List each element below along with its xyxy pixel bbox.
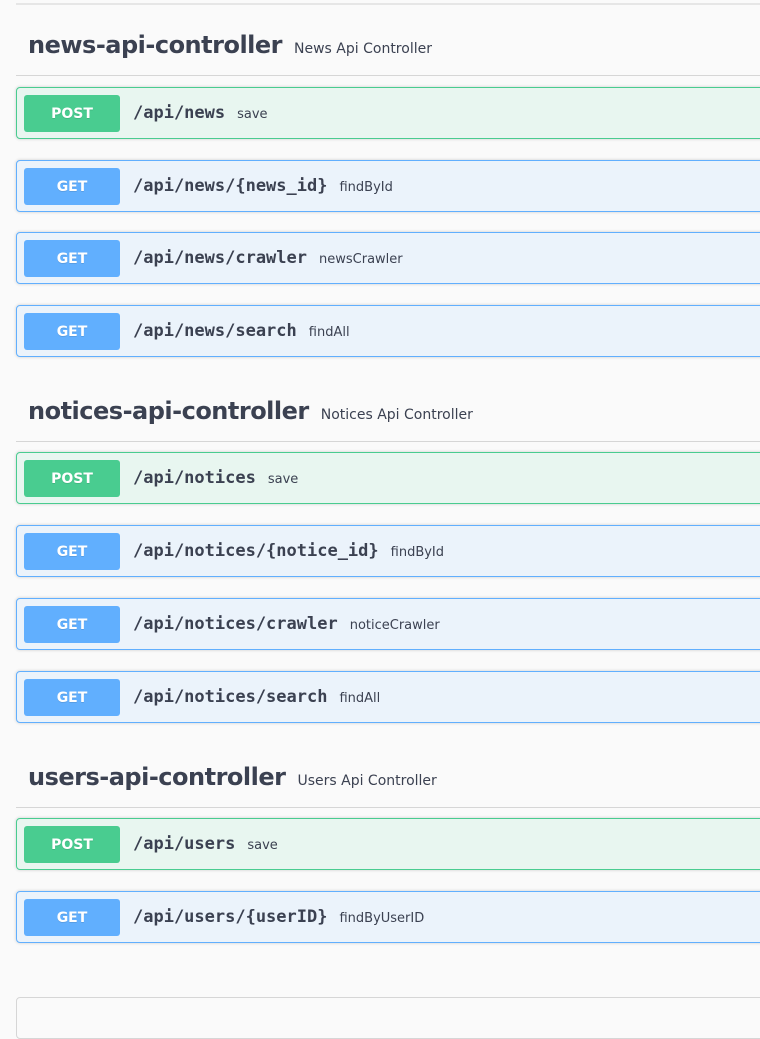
operation-path: /api/news save: [133, 103, 268, 123]
operation-path: /api/news/crawler newsCrawler: [133, 248, 403, 268]
operation-path: /api/notices/search findAll: [133, 687, 381, 707]
operation-path: /api/users/{userID} findByUserID: [133, 907, 425, 927]
operation-summary: findByUserID: [339, 911, 425, 926]
operation-path: /api/notices save: [133, 468, 299, 488]
method-badge: POST: [24, 826, 120, 863]
method-badge: POST: [24, 95, 120, 132]
operation-get-news-crawler[interactable]: GET /api/news/crawler newsCrawler: [16, 232, 760, 284]
operation-summary: findAll: [308, 325, 350, 340]
method-badge: GET: [24, 240, 120, 277]
method-badge: GET: [24, 679, 120, 716]
operation-path: /api/notices/{notice_id} findById: [133, 541, 445, 561]
operation-post-news[interactable]: POST /api/news save: [16, 87, 760, 139]
operation-path: /api/news/{news_id} findById: [133, 176, 393, 196]
section-title: users-api-controller Users Api Controller: [28, 763, 437, 791]
section-news-api-controller: news-api-controller News Api Controller: [16, 15, 760, 76]
section-description: News Api Controller: [294, 41, 432, 57]
operation-post-notices[interactable]: POST /api/notices save: [16, 452, 760, 504]
method-badge: GET: [24, 313, 120, 350]
operation-get-news-by-id[interactable]: GET /api/news/{news_id} findById: [16, 160, 760, 212]
operation-get-user-by-id[interactable]: GET /api/users/{userID} findByUserID: [16, 891, 760, 943]
section-users-api-controller: users-api-controller Users Api Controller: [16, 747, 760, 808]
operation-summary: findAll: [339, 691, 381, 706]
method-badge: GET: [24, 606, 120, 643]
operation-get-notice-by-id[interactable]: GET /api/notices/{notice_id} findById: [16, 525, 760, 577]
section-notices-api-controller: notices-api-controller Notices Api Contro…: [16, 381, 760, 442]
operation-path: /api/news/search findAll: [133, 321, 350, 341]
section-header[interactable]: notices-api-controller Notices Api Contro…: [16, 381, 760, 442]
section-title: news-api-controller News Api Controller: [28, 31, 432, 59]
section-description: Notices Api Controller: [320, 407, 473, 423]
operation-summary: save: [267, 472, 299, 487]
operation-summary: noticeCrawler: [349, 618, 440, 633]
operation-summary: save: [247, 838, 278, 853]
operation-post-users[interactable]: POST /api/users save: [16, 818, 760, 870]
operation-path: /api/notices/crawler noticeCrawler: [133, 614, 440, 634]
operation-get-notices-search[interactable]: GET /api/notices/search findAll: [16, 671, 760, 723]
method-badge: GET: [24, 168, 120, 205]
top-divider: [16, 3, 760, 5]
operation-get-news-search[interactable]: GET /api/news/search findAll: [16, 305, 760, 357]
section-header[interactable]: users-api-controller Users Api Controller: [16, 747, 760, 808]
section-header[interactable]: news-api-controller News Api Controller: [16, 15, 760, 76]
section-title: notices-api-controller Notices Api Contro…: [28, 397, 473, 425]
section-description: Users Api Controller: [297, 773, 437, 789]
operation-summary: save: [237, 107, 268, 122]
method-badge: GET: [24, 899, 120, 936]
models-section-box: [16, 997, 760, 1039]
operation-path: /api/users save: [133, 834, 278, 854]
method-badge: GET: [24, 533, 120, 570]
operation-summary: findById: [390, 545, 445, 560]
method-badge: POST: [24, 460, 120, 497]
operation-summary: newsCrawler: [319, 252, 403, 267]
operation-get-notices-crawler[interactable]: GET /api/notices/crawler noticeCrawler: [16, 598, 760, 650]
operation-summary: findById: [339, 180, 393, 195]
